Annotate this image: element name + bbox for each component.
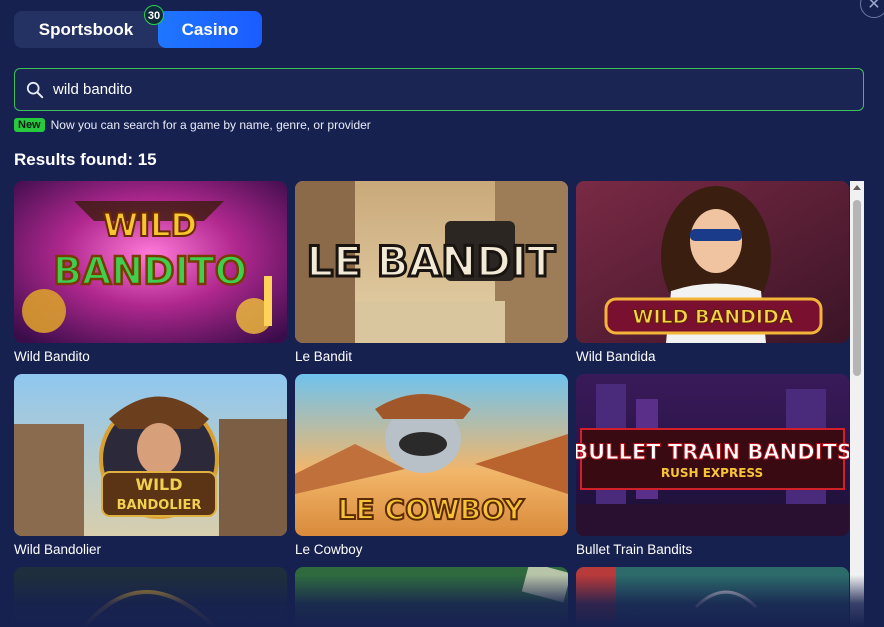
bullet-train-bandits-art: BULLET TRAIN BANDITS RUSH EXPRESS — [576, 374, 849, 536]
scroll-up-arrow-icon[interactable] — [853, 185, 861, 190]
game-thumbnail[interactable]: BULLET TRAIN BANDITS RUSH EXPRESS — [576, 374, 849, 536]
hint-text: Now you can search for a game by name, g… — [50, 118, 371, 132]
search-hint: New Now you can search for a game by nam… — [14, 117, 371, 133]
game-thumbnail[interactable]: LE BANDIT — [295, 181, 568, 343]
game-card-partial[interactable] — [576, 567, 849, 627]
game-card-wild-bandida[interactable]: WILD BANDIDA Wild Bandida — [576, 181, 849, 364]
game-thumbnail[interactable]: LE COWBOY — [295, 374, 568, 536]
game-card-partial[interactable] — [295, 567, 568, 627]
game-title[interactable]: Wild Bandito — [14, 349, 287, 364]
game-card-wild-bandito[interactable]: WILD BANDITO Wild Bandito — [14, 181, 287, 364]
results-count: Results found: 15 — [14, 150, 157, 169]
logo-line-1: WILD — [103, 206, 197, 244]
logo-line-1: BULLET TRAIN BANDITS — [576, 440, 849, 464]
search-icon — [26, 81, 44, 99]
logo-line-2: BANDITO — [53, 249, 247, 293]
logo-line-1: WILD BANDIDA — [633, 306, 794, 328]
results-scrollbar[interactable] — [850, 181, 864, 627]
close-icon: ✕ — [867, 0, 881, 13]
logo-line-2: BANDOLIER — [117, 498, 202, 513]
wild-bandolier-art: WILD BANDOLIER — [14, 374, 287, 536]
partial-art — [295, 567, 568, 627]
tab-casino[interactable]: Casino — [158, 11, 262, 48]
game-card-le-bandit[interactable]: LE BANDIT Le Bandit — [295, 181, 568, 364]
game-thumbnail[interactable]: WILD BANDITO — [14, 181, 287, 343]
casino-search-page: Sportsbook Casino 30 ✕ New Now you can s… — [0, 0, 884, 627]
game-title[interactable]: Wild Bandolier — [14, 542, 287, 557]
le-cowboy-art: LE COWBOY — [295, 374, 568, 536]
game-card-wild-bandolier[interactable]: WILD BANDOLIER Wild Bandolier — [14, 374, 287, 557]
search-input[interactable] — [53, 69, 833, 110]
sportsbook-count-badge: 30 — [144, 5, 164, 25]
game-title[interactable]: Le Bandit — [295, 349, 568, 364]
partial-art — [576, 567, 849, 627]
game-thumbnail[interactable] — [295, 567, 568, 627]
close-button[interactable]: ✕ — [860, 0, 884, 18]
game-card-le-cowboy[interactable]: LE COWBOY Le Cowboy — [295, 374, 568, 557]
product-tabs: Sportsbook Casino 30 — [14, 5, 262, 48]
game-title[interactable]: Bullet Train Bandits — [576, 542, 849, 557]
game-title[interactable]: Wild Bandida — [576, 349, 849, 364]
game-thumbnail[interactable] — [14, 567, 287, 627]
logo-line-2: RUSH EXPRESS — [661, 466, 763, 480]
new-badge: New — [14, 118, 45, 132]
logo-line-1: LE BANDIT — [307, 237, 556, 286]
search-box — [14, 68, 864, 111]
logo-line-1: WILD — [135, 475, 182, 494]
le-bandit-art: LE BANDIT — [295, 181, 568, 343]
game-card-partial[interactable] — [14, 567, 287, 627]
game-thumbnail[interactable]: WILD BANDIDA — [576, 181, 849, 343]
game-card-bullet-train-bandits[interactable]: BULLET TRAIN BANDITS RUSH EXPRESS Bullet… — [576, 374, 849, 557]
wild-bandida-art: WILD BANDIDA — [576, 181, 849, 343]
logo-line-1: LE COWBOY — [338, 493, 525, 526]
partial-art — [14, 567, 287, 627]
game-thumbnail[interactable] — [576, 567, 849, 627]
wild-bandito-art: WILD BANDITO — [14, 181, 287, 343]
game-title[interactable]: Le Cowboy — [295, 542, 568, 557]
tab-sportsbook[interactable]: Sportsbook — [14, 11, 158, 48]
game-thumbnail[interactable]: WILD BANDOLIER — [14, 374, 287, 536]
scrollbar-thumb[interactable] — [853, 200, 861, 376]
